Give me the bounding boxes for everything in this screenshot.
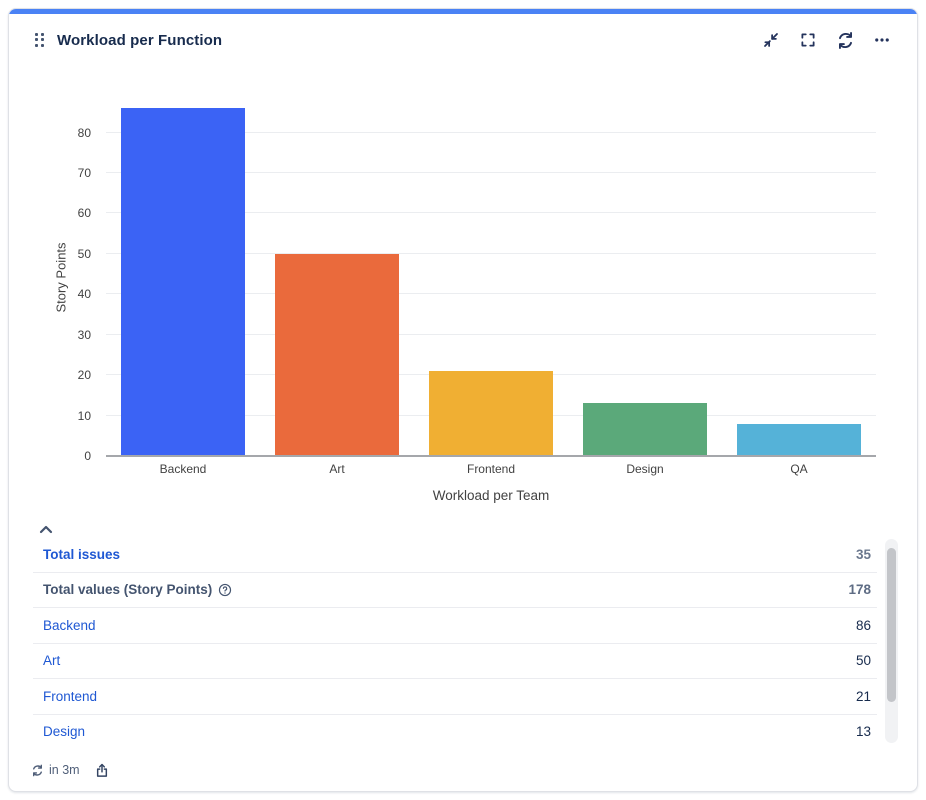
table-row-label[interactable]: Art (43, 653, 60, 668)
x-axis-baseline (106, 455, 876, 457)
scrollbar-thumb[interactable] (887, 548, 896, 702)
help-icon[interactable] (218, 583, 232, 597)
table-row-value: 13 (856, 724, 871, 739)
table-row-value: 35 (856, 547, 871, 562)
bar-column (568, 84, 722, 456)
y-axis-title: Story Points (54, 218, 69, 338)
bar-backend[interactable] (121, 108, 245, 456)
refresh-icon (836, 31, 855, 50)
table-row-value: 50 (856, 653, 871, 668)
table-row-value: 178 (848, 582, 871, 597)
bar-column (722, 84, 876, 456)
table-row: Design 13 (33, 715, 877, 750)
more-options-button[interactable] (871, 29, 893, 51)
plot-area: 01020304050607080 (106, 84, 876, 456)
gadget-title: Workload per Function (57, 32, 222, 49)
summary-table: Total issues 35 Total values (Story Points… (33, 537, 877, 749)
bars-container (106, 84, 876, 456)
table-row-label[interactable]: Frontend (43, 689, 97, 704)
chevron-up-icon (39, 525, 53, 534)
x-axis-label: Frontend (414, 462, 568, 476)
gadget-footer: in 3m (31, 757, 110, 783)
table-row: Art 50 (33, 644, 877, 680)
table-row-value: 21 (856, 689, 871, 704)
table-row: Total issues 35 (33, 537, 877, 573)
more-options-icon (873, 31, 891, 49)
dashboard-background: Workload per Function (0, 0, 926, 800)
table-row: Frontend 21 (33, 679, 877, 715)
y-tick-label: 60 (47, 207, 91, 219)
bar-column (414, 84, 568, 456)
y-tick-label: 10 (47, 410, 91, 422)
y-tick-label: 80 (47, 127, 91, 139)
y-tick-label: 20 (47, 369, 91, 381)
refresh-button[interactable] (834, 29, 856, 51)
y-tick-label: 40 (47, 288, 91, 300)
drag-handle-icon[interactable] (33, 32, 47, 48)
table-row: Total values (Story Points) 178 (33, 573, 877, 609)
bar-art[interactable] (275, 254, 399, 456)
share-export-icon (94, 762, 110, 779)
y-tick-label: 70 (47, 167, 91, 179)
y-tick-label: 30 (47, 329, 91, 341)
x-axis-label: Design (568, 462, 722, 476)
y-tick-label: 0 (47, 450, 91, 462)
refresh-countdown-text: in 3m (49, 763, 80, 777)
gadget-actions (760, 29, 893, 51)
minimize-button[interactable] (760, 29, 782, 51)
bar-qa[interactable] (737, 424, 861, 456)
minimize-icon (762, 31, 780, 49)
x-axis-label: Art (260, 462, 414, 476)
x-axis-label: QA (722, 462, 876, 476)
bar-design[interactable] (583, 403, 707, 456)
workload-gadget-card: Workload per Function (8, 8, 918, 792)
x-axis-labels: BackendArtFrontendDesignQA (106, 462, 876, 476)
fullscreen-icon (799, 31, 817, 49)
table-row-label: Total values (Story Points) (43, 582, 232, 597)
fullscreen-button[interactable] (797, 29, 819, 51)
x-axis-title: Workload per Team (106, 488, 876, 503)
workload-bar-chart: Story Points 01020304050607080 BackendAr… (9, 66, 918, 526)
table-row-label[interactable]: Total issues (43, 547, 120, 562)
table-collapse-button[interactable] (39, 521, 59, 537)
y-tick-label: 50 (47, 248, 91, 260)
table-row-label[interactable]: Design (43, 724, 85, 739)
refresh-status: in 3m (31, 763, 80, 777)
table-row-label[interactable]: Backend (43, 618, 96, 633)
bar-column (106, 84, 260, 456)
table-row: Backend 86 (33, 608, 877, 644)
x-axis-label: Backend (106, 462, 260, 476)
gadget-header: Workload per Function (9, 14, 917, 66)
refresh-countdown-icon (31, 764, 44, 777)
bar-frontend[interactable] (429, 371, 553, 456)
bar-column (260, 84, 414, 456)
share-button[interactable] (94, 762, 110, 779)
table-row-value: 86 (856, 618, 871, 633)
